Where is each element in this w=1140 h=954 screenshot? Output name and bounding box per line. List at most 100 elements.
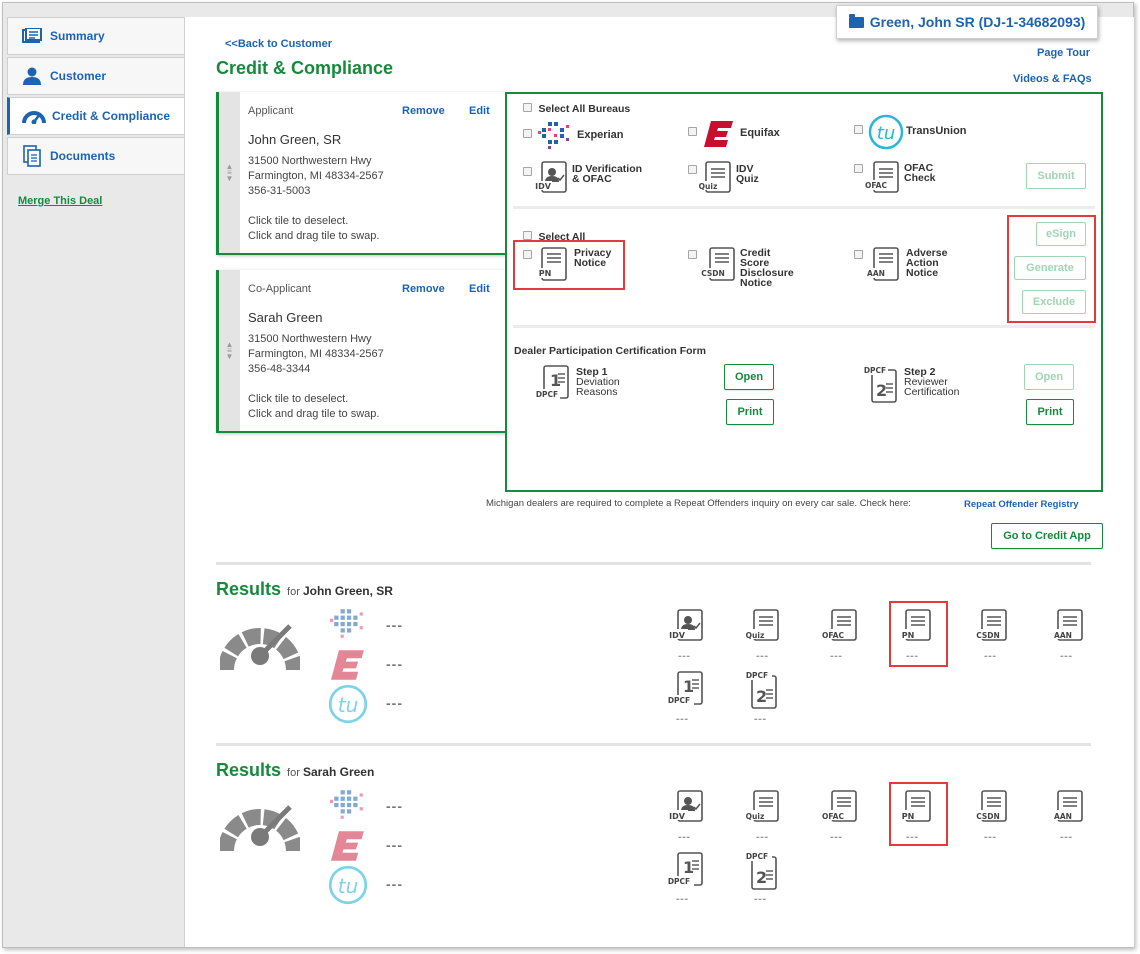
csdn-document-icon: CSDN	[698, 244, 738, 289]
step1-print-button[interactable]: Print	[726, 399, 774, 425]
svg-text:OFAC: OFAC	[865, 181, 887, 190]
svg-text:2: 2	[756, 868, 767, 887]
idv-document-icon: IDV	[534, 160, 568, 199]
csdn-result-value: ---	[984, 831, 997, 843]
idv-quiz-checkbox[interactable]	[688, 165, 697, 174]
credit-score-gauge-icon	[218, 618, 302, 679]
svg-text:OFAC: OFAC	[822, 631, 844, 640]
svg-text:DPCF: DPCF	[668, 696, 690, 705]
edit-coapplicant-link[interactable]: Edit	[469, 283, 490, 295]
transunion-result-icon: tu	[328, 684, 368, 729]
back-to-customer-link[interactable]: <<Back to Customer	[225, 38, 332, 50]
svg-text:CSDN: CSDN	[701, 269, 725, 278]
sidebar-item-credit-compliance[interactable]: Credit & Compliance	[7, 97, 187, 135]
edit-applicant-link[interactable]: Edit	[469, 105, 490, 117]
remove-applicant-link[interactable]: Remove	[402, 105, 445, 117]
dpcf2-result-value: ---	[754, 713, 767, 725]
svg-text:AAN: AAN	[867, 269, 885, 278]
svg-text:IDV: IDV	[669, 812, 686, 821]
privacy-notice-checkbox[interactable]	[523, 250, 532, 259]
experian-result-icon	[330, 606, 366, 645]
idv-checkbox[interactable]	[523, 167, 532, 176]
step2-print-button[interactable]: Print	[1026, 399, 1074, 425]
step1-open-button[interactable]: Open	[724, 364, 774, 390]
quiz-result-icon: Quiz	[742, 789, 782, 834]
transunion-logo-icon: tu	[868, 114, 904, 155]
repeat-offender-registry-link[interactable]: Repeat Offender Registry	[964, 499, 1079, 510]
summary-icon	[20, 25, 44, 47]
experian-label: Experian	[577, 129, 624, 141]
applicant-card[interactable]: ▲ ≡ ▼ Applicant Remove Edit John Green, SR…	[216, 92, 506, 255]
esign-button[interactable]: eSign	[1036, 222, 1086, 246]
sidebar-item-customer[interactable]: Customer	[7, 57, 185, 95]
equifax-result-value: ---	[386, 656, 403, 672]
idv-result-icon: IDV	[666, 789, 706, 834]
ofac-result-icon: OFAC	[818, 789, 860, 834]
merge-deal-link[interactable]: Merge This Deal	[18, 195, 102, 207]
deal-badge[interactable]: Green, John SR (DJ-1-34682093)	[836, 5, 1098, 39]
transunion-checkbox[interactable]	[854, 125, 863, 134]
csdn-result-icon: CSDN	[972, 608, 1014, 653]
pn-document-icon: PN	[534, 244, 568, 289]
svg-text:PN: PN	[902, 631, 915, 640]
michigan-note: Michigan dealers are required to complet…	[486, 498, 911, 509]
svg-text:2: 2	[876, 381, 887, 400]
videos-faqs-link[interactable]: Videos & FAQs	[1013, 73, 1092, 85]
select-all-notices-checkbox[interactable]	[523, 231, 532, 241]
sidebar-item-label: Customer	[50, 69, 107, 83]
results-title: Results	[216, 760, 282, 780]
transunion-result-icon: tu	[328, 865, 368, 910]
select-all-bureaus-checkbox[interactable]	[523, 103, 532, 113]
idv-result-value: ---	[678, 650, 691, 662]
aan-result-icon: AAN	[1050, 608, 1090, 653]
experian-result-value: ---	[386, 798, 403, 814]
ofac-document-icon: OFAC	[864, 160, 900, 199]
results-for-label: for	[287, 767, 300, 779]
documents-icon	[20, 145, 44, 167]
sidebar-item-documents[interactable]: Documents	[7, 137, 185, 175]
idv-ofac-label: ID Verification & OFAC	[572, 164, 642, 185]
remove-coapplicant-link[interactable]: Remove	[402, 283, 445, 295]
select-all-bureaus-label: Select All Bureaus	[538, 103, 631, 115]
aan-checkbox[interactable]	[854, 250, 863, 259]
svg-text:CSDN: CSDN	[976, 631, 1000, 640]
hint-line-1: Click tile to deselect.	[248, 393, 349, 405]
svg-text:PN: PN	[902, 812, 915, 821]
quiz-result-icon: Quiz	[742, 608, 782, 653]
exclude-button[interactable]: Exclude	[1022, 290, 1086, 314]
results-person-name: John Green, SR	[302, 584, 393, 598]
pn-result-value: ---	[906, 831, 919, 843]
results-for-label: for	[287, 586, 300, 598]
idv-quiz-label: IDV Quiz	[736, 164, 759, 185]
ssn: 356-48-3344	[248, 363, 311, 375]
generate-button[interactable]: Generate	[1014, 256, 1086, 280]
equifax-logo-icon	[704, 120, 734, 153]
equifax-result-icon	[331, 649, 365, 686]
submit-button[interactable]: Submit	[1026, 163, 1086, 189]
csdn-checkbox[interactable]	[688, 250, 697, 259]
svg-text:tu: tu	[338, 693, 359, 717]
csdn-result-value: ---	[984, 650, 997, 662]
coapplicant-card[interactable]: ▲ ≡ ▼ Co-Applicant Remove Edit Sarah Green…	[216, 270, 506, 433]
ofac-checkbox[interactable]	[854, 164, 863, 173]
svg-text:Quiz: Quiz	[699, 182, 718, 191]
go-to-credit-app-button[interactable]: Go to Credit App	[991, 523, 1103, 549]
folder-open-icon	[848, 13, 864, 28]
sidebar-item-summary[interactable]: Summary	[7, 17, 185, 55]
step2-open-button[interactable]: Open	[1024, 364, 1074, 390]
coapplicant-name: Sarah Green	[248, 310, 323, 325]
equifax-checkbox[interactable]	[688, 127, 697, 136]
drag-handle-icon[interactable]: ▲ ≡ ▼	[219, 270, 240, 431]
experian-checkbox[interactable]	[523, 129, 532, 138]
page-tour-link[interactable]: Page Tour	[1037, 47, 1090, 59]
sidebar-item-label: Documents	[50, 149, 116, 163]
sidebar: Summary Customer Credit & Compliance Doc…	[3, 3, 187, 947]
drag-handle-icon[interactable]: ▲ ≡ ▼	[219, 92, 240, 253]
deal-badge-label: Green, John SR (DJ-1-34682093)	[869, 14, 1086, 30]
svg-text:DPCF: DPCF	[746, 671, 768, 680]
sidebar-item-label: Summary	[50, 29, 105, 43]
svg-text:DPCF: DPCF	[864, 366, 886, 375]
ofac-result-value: ---	[830, 650, 843, 662]
select-all-bureaus-row[interactable]: Select All Bureaus	[523, 99, 630, 117]
pn-result-icon: PN	[898, 789, 938, 834]
